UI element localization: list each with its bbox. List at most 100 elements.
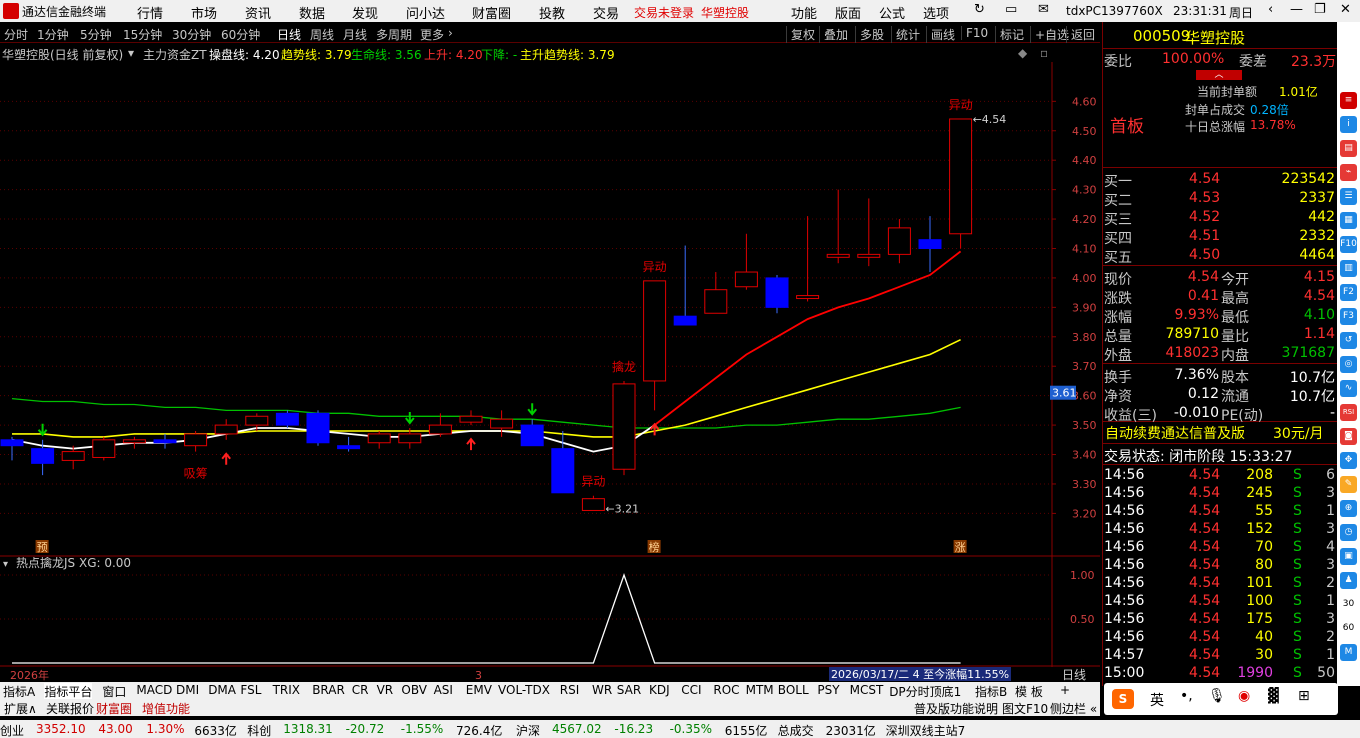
side-f2-icon[interactable]: F2 [1340,284,1357,301]
indicator-tab-right[interactable]: 模 板 [1015,683,1043,700]
period-tab-weekly[interactable]: 周线 [310,26,334,43]
period-tab-monthly[interactable]: 月线 [343,26,367,43]
menu-formula[interactable]: 公式 [879,3,905,22]
menu-market[interactable]: 市场 [191,3,217,22]
draw-line-button[interactable]: 画线 [926,26,955,43]
menu-ask[interactable]: 问小达 [406,3,445,22]
indicator-tab[interactable]: ASI [434,683,453,697]
chart-setting-icon[interactable]: ◆ [1018,46,1027,60]
period-tab-30min[interactable]: 30分钟 [172,26,211,43]
side-move-icon[interactable]: ✥ [1340,452,1357,469]
indicator-tab-right[interactable]: + [1060,683,1070,697]
promo-price[interactable]: 30元/月 [1273,423,1324,443]
kline-chart[interactable]: 3.203.303.403.503.603.703.803.904.004.10… [0,62,1100,557]
more-chevron-icon[interactable]: › [448,26,453,40]
back-arrow-icon[interactable]: ‹ [1268,2,1273,17]
menu-layout[interactable]: 版面 [835,3,861,22]
ime-punct-icon[interactable]: •, [1180,688,1193,704]
indicator-tab[interactable]: CR [352,683,369,697]
ime-skin-icon[interactable]: ▓ [1268,688,1279,704]
side-f3-icon[interactable]: F3 [1340,308,1357,325]
indicator-tab[interactable]: WR [592,683,612,697]
chart-close-icon[interactable]: ▫ [1040,46,1048,60]
indicator-name[interactable]: 主力资金ZT [143,46,207,63]
menu-discover[interactable]: 发现 [352,3,378,22]
indicator-tab[interactable]: SAR [617,683,641,697]
menu-wealth-circle[interactable]: 财富圈 [472,3,511,22]
menu-data[interactable]: 数据 [299,3,325,22]
side-rsi-icon[interactable]: RSI [1340,404,1357,421]
collapse-chevron-icon[interactable]: ︿ [1196,70,1242,80]
restore-icon[interactable]: ❐ [1314,2,1326,17]
side-list-icon[interactable]: ☰ [1340,188,1357,205]
period-tab-60min[interactable]: 60分钟 [221,26,260,43]
extension-tab[interactable]: 财富圈 [96,700,132,717]
menu-function[interactable]: 功能 [791,3,817,22]
side-60-icon[interactable]: 60 [1340,620,1357,637]
ime-emoji-icon[interactable]: ◉ [1238,688,1250,704]
side-clock-icon[interactable]: ◷ [1340,524,1357,541]
indicator-tab[interactable]: OBV [401,683,427,697]
period-tab-15min[interactable]: 15分钟 [123,26,162,43]
menu-education[interactable]: 投教 [539,3,565,22]
indicator-tab[interactable]: DMA [208,683,236,697]
sub-indicator-chart[interactable]: 热点擒龙JS XG: 0.00 ▾ 0.50 1.00 [0,557,1100,667]
indicator-tab[interactable]: KDJ [649,683,670,697]
refresh-icon[interactable]: ↻ [974,2,985,17]
side-doc-icon[interactable]: ▤ [1340,140,1357,157]
side-target-icon[interactable]: ◎ [1340,356,1357,373]
ime-toolbox-icon[interactable]: ⊞ [1298,688,1310,704]
mark-button[interactable]: 标记 [995,26,1024,43]
indicator-tab[interactable]: CCI [681,683,701,697]
extension-tab-right[interactable]: 普及版功能说明 [914,700,998,717]
side-wave-icon[interactable]: ∿ [1340,380,1357,397]
side-loop-icon[interactable]: ↺ [1340,332,1357,349]
side-chat-icon[interactable]: ▣ [1340,548,1357,565]
indicator-tab[interactable]: 指标A [3,683,35,700]
minimize-icon[interactable]: — [1290,2,1303,17]
side-pen-icon[interactable]: ✎ [1340,476,1357,493]
side-f10-icon[interactable]: F10 [1340,236,1357,253]
ime-mic-icon[interactable]: 🎙 [1208,688,1226,704]
overlay-button[interactable]: 叠加 [819,26,848,43]
period-tab-daily[interactable]: 日线 [277,26,301,43]
indicator-tab[interactable]: VOL-TDX [498,683,550,697]
promo-text[interactable]: 自动续费通达信普及版 [1105,423,1245,443]
indicator-tab-right[interactable]: 指标B [975,683,1007,700]
close-icon[interactable]: ✕ [1340,2,1351,17]
period-tab-more[interactable]: 更多 [420,26,444,43]
ime-logo-icon[interactable]: S [1112,689,1134,709]
side-person-icon[interactable]: ♟ [1340,572,1357,589]
indicator-tab[interactable]: TRIX [273,683,300,697]
period-tab-multi[interactable]: 多周期 [376,26,412,43]
extension-tab[interactable]: 扩展∧ [4,700,37,717]
side-cross-icon[interactable]: ⊕ [1340,500,1357,517]
side-info-icon[interactable]: i [1340,116,1357,133]
trade-login-status[interactable]: 交易未登录 [634,4,694,21]
indicator-tab[interactable]: BOLL [778,683,809,697]
menu-news[interactable]: 资讯 [245,3,271,22]
indicator-tab[interactable]: 窗口 [102,683,126,700]
adjust-button[interactable]: 复权 [786,26,815,43]
indicator-tab[interactable]: FSL [240,683,261,697]
indicator-tab[interactable]: MCST [850,683,884,697]
period-tab-intraday[interactable]: 分时 [4,26,28,43]
side-bag-icon[interactable]: ◙ [1340,428,1357,445]
indicator-tab[interactable]: PSY [817,683,839,697]
menu-quotes[interactable]: 行情 [137,3,163,22]
extension-tab-right[interactable]: 侧边栏 « [1050,700,1097,717]
indicator-tab[interactable]: 指标平台 [44,683,93,700]
stats-button[interactable]: 统计 [891,26,920,43]
indicator-tab[interactable]: BRAR [312,683,345,697]
f10-button[interactable]: F10 [961,26,988,40]
side-grid-icon[interactable]: ▦ [1340,212,1357,229]
ime-lang[interactable]: 英 [1150,690,1164,710]
indicator-tab[interactable]: ROC [713,683,739,697]
indicator-tab[interactable]: VR [377,683,394,697]
multi-stock-button[interactable]: 多股 [855,26,884,43]
indicator-dropdown-icon[interactable]: ▾ [128,46,134,60]
indicator-tab[interactable]: MTM [746,683,774,697]
menu-options[interactable]: 选项 [923,3,949,22]
side-table-icon[interactable]: ▥ [1340,260,1357,277]
extension-tab[interactable]: 关联报价 [46,700,94,717]
